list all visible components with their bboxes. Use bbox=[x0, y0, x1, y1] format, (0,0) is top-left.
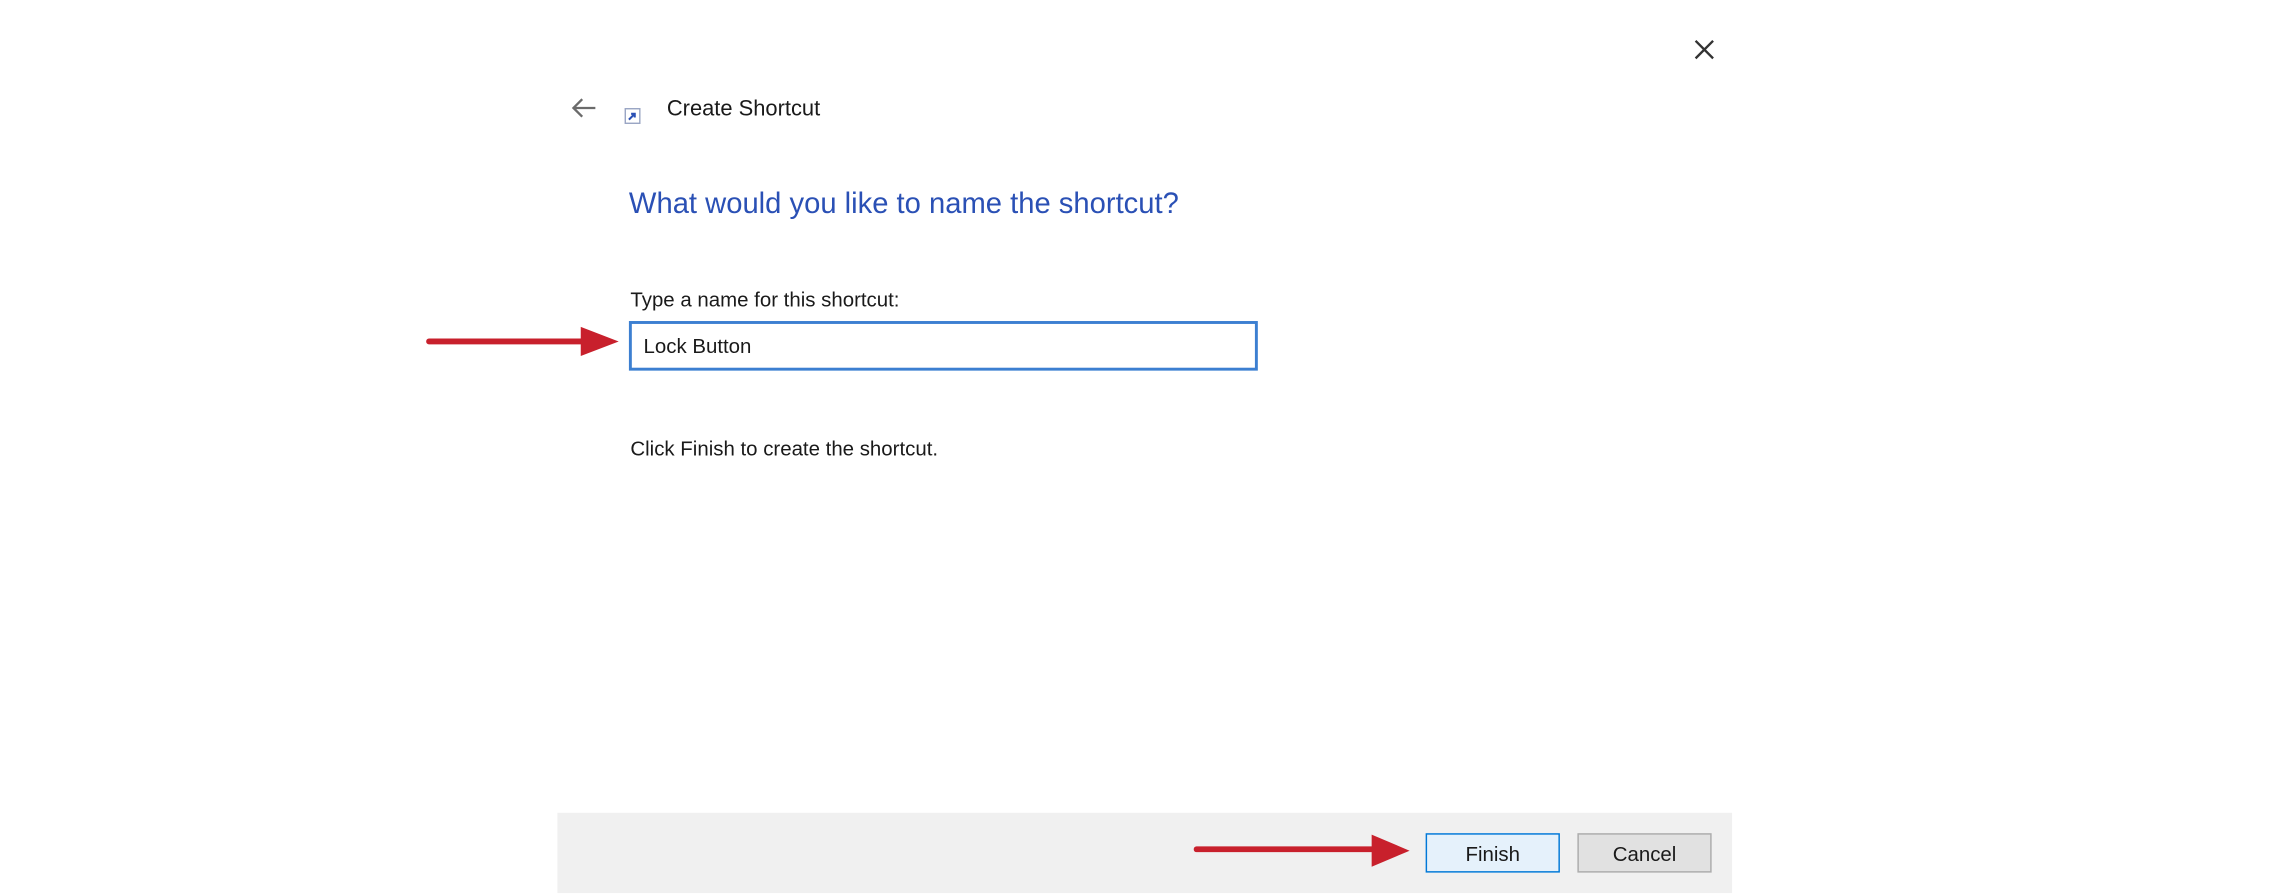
close-button[interactable] bbox=[1687, 32, 1722, 67]
annotation-arrow-icon bbox=[426, 326, 619, 357]
back-arrow-icon bbox=[571, 98, 596, 118]
screenshot-stage: Create Shortcut What would you like to n… bbox=[0, 0, 2288, 894]
cancel-button[interactable]: Cancel bbox=[1577, 833, 1712, 873]
name-field-label: Type a name for this shortcut: bbox=[630, 287, 900, 311]
shortcut-name-input[interactable] bbox=[628, 321, 1258, 371]
annotation-arrow-icon bbox=[1193, 834, 1410, 867]
instruction-text: Click Finish to create the shortcut. bbox=[630, 436, 939, 460]
back-button[interactable] bbox=[566, 92, 601, 124]
page-heading: What would you like to name the shortcut… bbox=[628, 188, 1179, 221]
finish-button[interactable]: Finish bbox=[1425, 833, 1560, 873]
close-icon bbox=[1694, 40, 1714, 60]
window-title: Create Shortcut bbox=[666, 96, 821, 122]
shortcut-icon bbox=[624, 107, 641, 125]
